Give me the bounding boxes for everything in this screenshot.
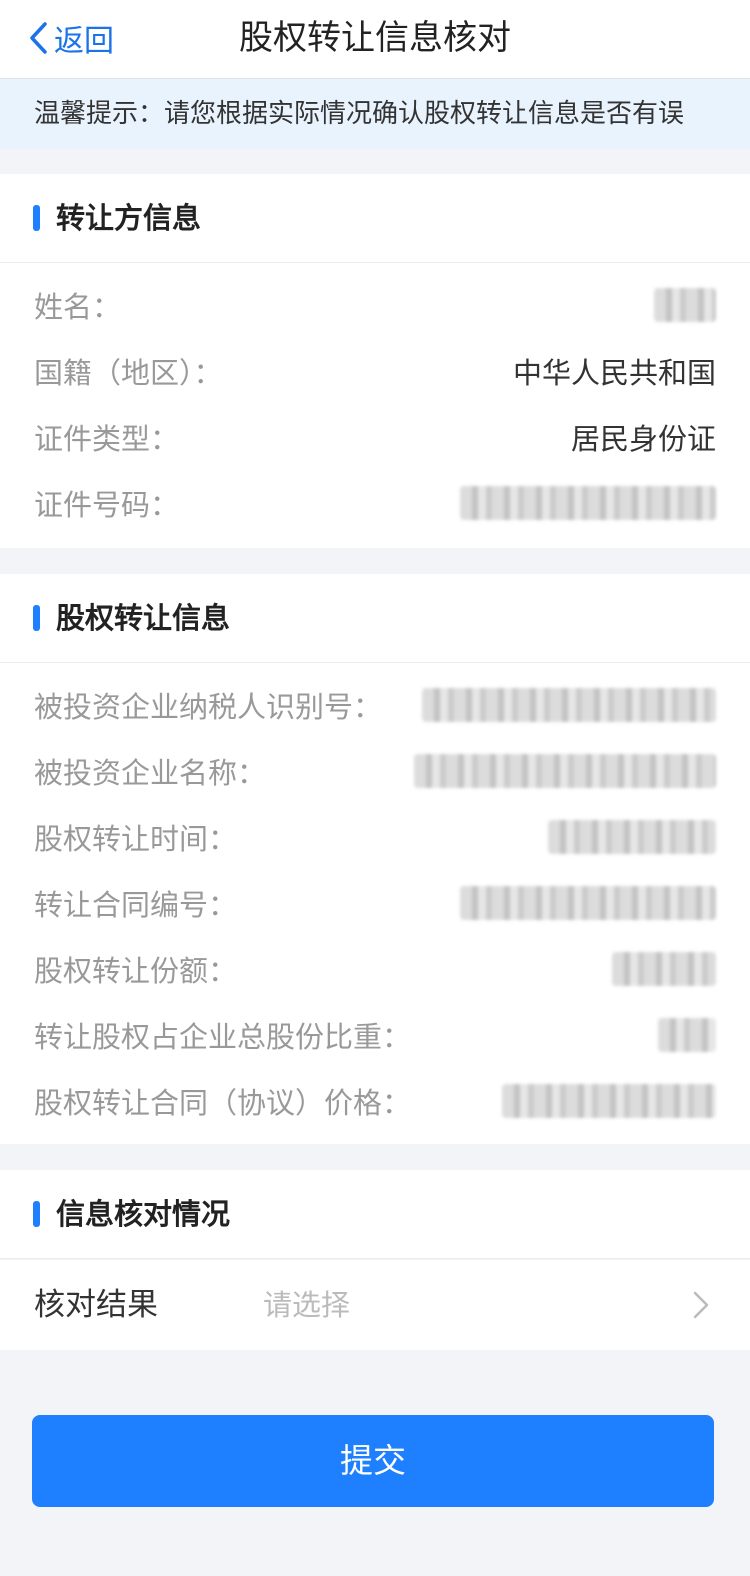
row-label: 被投资企业名称：: [34, 756, 267, 790]
redacted-value: [422, 688, 716, 722]
equity-title: 股权转让信息: [56, 601, 231, 635]
row-label: 姓名：: [34, 290, 122, 324]
result-select[interactable]: 核对结果 请选择: [0, 1260, 750, 1350]
redacted-value: [612, 952, 716, 986]
section-accent-bar: [33, 1201, 40, 1227]
row-label: 证件号码：: [34, 488, 180, 522]
row-value: 居民身份证: [570, 422, 716, 456]
redacted-value: [460, 486, 716, 520]
info-row-id-number: 证件号码：: [0, 472, 750, 538]
page-title: 股权转让信息核对: [239, 18, 511, 58]
info-row-transfer-date: 股权转让时间：: [0, 806, 750, 872]
row-value: 中华人民共和国: [512, 356, 716, 390]
info-row-contract-number: 转让合同编号：: [0, 872, 750, 938]
row-label: 转让股权占企业总股份比重：: [34, 1020, 412, 1054]
info-row-share-ratio: 转让股权占企业总股份比重：: [0, 1004, 750, 1070]
chevron-right-icon[interactable]: [692, 1290, 710, 1320]
row-label: 证件类型：: [34, 422, 180, 456]
row-label: 股权转让合同（协议）价格：: [34, 1086, 412, 1120]
redacted-value: [654, 288, 716, 322]
row-label: 被投资企业纳税人识别号：: [34, 690, 383, 724]
section-accent-bar: [33, 605, 40, 631]
check-card: 信息核对情况: [0, 1170, 750, 1259]
result-label: 核对结果: [34, 1287, 158, 1323]
nav-bar: 返回 股权转让信息核对: [0, 0, 750, 79]
redacted-value: [548, 820, 716, 854]
info-row-id-type: 证件类型： 居民身份证: [0, 406, 750, 472]
equity-card-header: 股权转让信息: [0, 574, 750, 663]
transferor-title: 转让方信息: [56, 201, 202, 235]
section-accent-bar: [33, 205, 40, 231]
redacted-value: [460, 886, 716, 920]
check-card-header: 信息核对情况: [0, 1170, 750, 1259]
transferor-card: 转让方信息 姓名： 国籍（地区）： 中华人民共和国 证件类型： 居民身份证 证件…: [0, 174, 750, 548]
submit-button[interactable]: 提交: [32, 1415, 714, 1507]
tip-banner: 温馨提示：请您根据实际情况确认股权转让信息是否有误: [0, 79, 750, 149]
info-row-tax-id: 被投资企业纳税人识别号：: [0, 674, 750, 740]
result-placeholder[interactable]: 请选择: [263, 1284, 350, 1326]
redacted-value: [502, 1084, 716, 1118]
info-row-share-amount: 股权转让份额：: [0, 938, 750, 1004]
redacted-value: [414, 754, 716, 788]
check-title: 信息核对情况: [56, 1197, 231, 1231]
redacted-value: [658, 1018, 716, 1052]
row-label: 转让合同编号：: [34, 888, 238, 922]
info-row-company-name: 被投资企业名称：: [0, 740, 750, 806]
row-label: 国籍（地区）：: [34, 356, 223, 390]
info-row-contract-price: 股权转让合同（协议）价格：: [0, 1070, 750, 1136]
info-row-nationality: 国籍（地区）： 中华人民共和国: [0, 340, 750, 406]
row-label: 股权转让份额：: [34, 954, 238, 988]
row-label: 股权转让时间：: [34, 822, 238, 856]
transferor-card-header: 转让方信息: [0, 174, 750, 263]
equity-card: 股权转让信息 被投资企业纳税人识别号： 被投资企业名称： 股权转让时间： 转让合…: [0, 574, 750, 1144]
info-row-name: 姓名：: [0, 274, 750, 340]
